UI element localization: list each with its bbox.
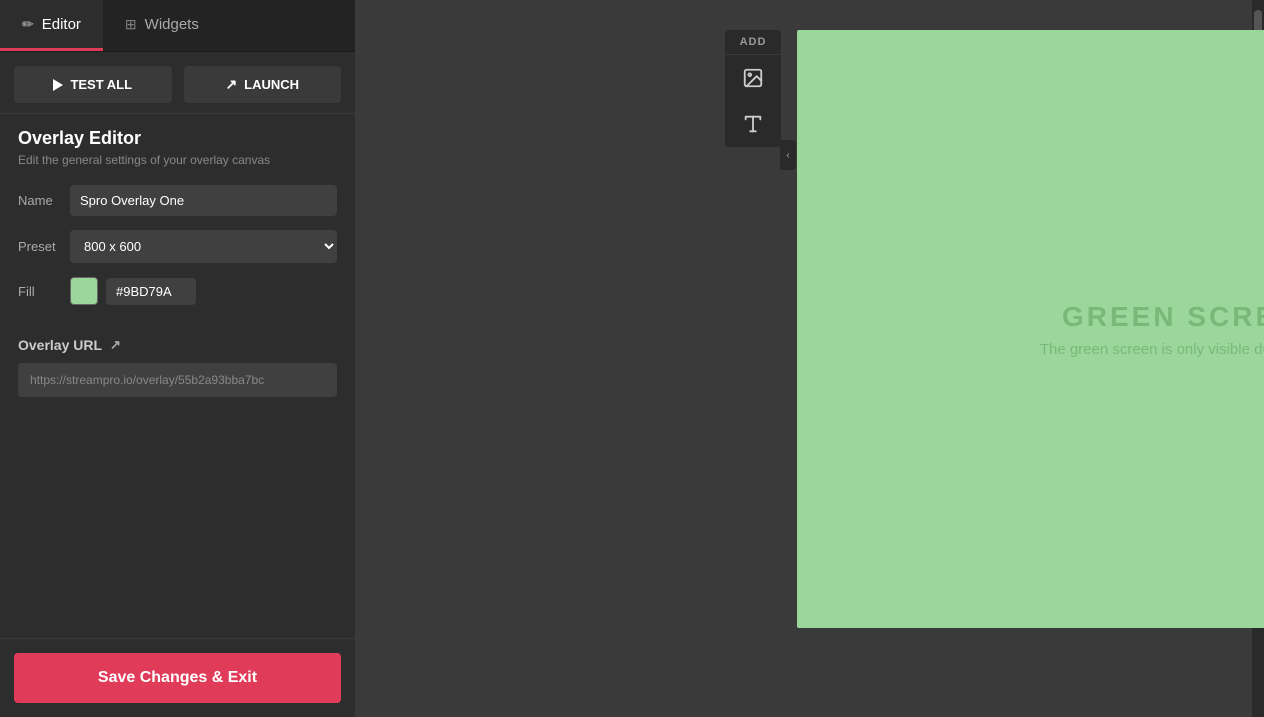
test-all-button[interactable]: TEST ALL	[14, 66, 172, 103]
green-screen-desc: The green screen is only visible during …	[1040, 341, 1264, 358]
save-changes-button[interactable]: Save Changes & Exit	[14, 653, 341, 703]
name-row: Name	[18, 185, 337, 216]
tab-bar: ✏ Editor ⊞ Widgets	[0, 0, 355, 52]
overlay-editor-desc: Edit the general settings of your overla…	[18, 153, 337, 167]
fill-row: Fill	[18, 277, 337, 305]
overlay-editor-title: Overlay Editor	[18, 128, 337, 149]
canvas-area: ADD ‹ GREEN SCREEN The green screen is o…	[355, 0, 1252, 717]
image-icon	[742, 67, 764, 89]
tab-widgets[interactable]: ⊞ Widgets	[103, 0, 221, 51]
overlay-url-header: Overlay URL ↗	[18, 337, 337, 353]
save-btn-container: Save Changes & Exit	[0, 638, 355, 717]
preset-select[interactable]: 800 x 600 1280 x 720 1920 x 1080 Custom	[70, 230, 337, 263]
color-swatch[interactable]	[70, 277, 98, 305]
color-hex-input[interactable]	[106, 278, 196, 305]
name-label: Name	[18, 193, 70, 208]
panel-collapse-handle[interactable]: ‹	[780, 140, 796, 170]
overlay-url-section: Overlay URL ↗	[0, 329, 355, 407]
preset-row: Preset 800 x 600 1280 x 720 1920 x 1080 …	[18, 230, 337, 263]
add-image-button[interactable]	[725, 55, 781, 101]
tab-editor[interactable]: ✏ Editor	[0, 0, 103, 51]
add-panel-label: ADD	[725, 30, 781, 55]
action-buttons: TEST ALL ↗ LAUNCH	[0, 52, 355, 113]
add-text-button[interactable]	[725, 101, 781, 147]
test-all-label: TEST ALL	[70, 77, 132, 92]
url-input[interactable]	[18, 363, 337, 397]
green-screen-label: GREEN SCREEN	[1062, 301, 1264, 333]
add-panel: ADD	[725, 30, 781, 147]
text-icon	[742, 113, 764, 135]
overlay-editor-section: Overlay Editor Edit the general settings…	[0, 113, 355, 329]
external-url-icon: ↗	[110, 337, 121, 353]
green-canvas: GREEN SCREEN The green screen is only vi…	[797, 30, 1264, 628]
launch-label: LAUNCH	[244, 77, 299, 92]
editor-icon: ✏	[22, 16, 34, 33]
launch-button[interactable]: ↗ LAUNCH	[184, 66, 342, 103]
fill-label: Fill	[18, 284, 70, 299]
sidebar: ✏ Editor ⊞ Widgets TEST ALL ↗ LAUNCH Ove…	[0, 0, 355, 717]
fill-color-row	[70, 277, 196, 305]
widgets-icon: ⊞	[125, 16, 137, 33]
external-link-icon: ↗	[225, 76, 237, 93]
play-icon	[53, 79, 63, 91]
preset-label: Preset	[18, 239, 70, 254]
tab-editor-label: Editor	[42, 16, 81, 33]
sidebar-spacer	[0, 407, 355, 638]
tab-widgets-label: Widgets	[145, 16, 199, 33]
overlay-url-title: Overlay URL	[18, 337, 102, 353]
name-input[interactable]	[70, 185, 337, 216]
